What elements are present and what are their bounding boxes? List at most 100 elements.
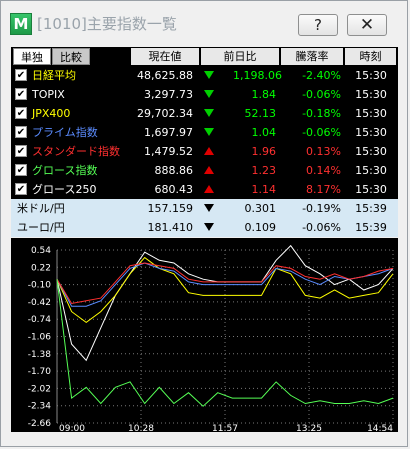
current-value: 1,479.52 [144,145,193,158]
up-arrow-icon [204,185,214,193]
index-name: プライム指数 [32,126,98,139]
title-bar: M [1010]主要指数一覧 ? ✕ [1,1,409,45]
close-button[interactable]: ✕ [347,14,387,36]
down-arrow-icon [204,90,214,98]
app-logo-icon: M [10,13,32,35]
table-row[interactable]: ✔ グロース250 680.43 1.14 8.17% 15:30 [11,180,398,199]
y-tick-label: -0.74 [28,315,52,325]
series-line [56,262,394,307]
change-rate: -2.40% [302,69,341,82]
table-row[interactable]: ✔ スタンダード指数 1,479.52 1.96 0.13% 15:30 [11,142,398,161]
index-name: TOPIX [32,88,65,101]
up-arrow-icon [204,147,214,155]
row-checkbox[interactable]: ✔ [15,164,27,176]
chart-svg: 0.54 0.22 -0.10 -0.42 -0.74 -1.06 -1.38 -1.70 -2… [28,244,394,434]
update-time: 15:39 [355,202,387,215]
change-rate: -0.06% [302,126,341,139]
y-tick-label: 0.54 [31,246,51,256]
row-checkbox[interactable]: ✔ [15,183,27,195]
change-rate: 8.17% [306,183,341,196]
row-checkbox[interactable]: ✔ [15,107,27,119]
change-value: 52.13 [244,107,277,120]
current-value: 157.159 [147,202,194,215]
current-value: 888.86 [154,164,194,177]
change-value: 1.23 [251,164,277,177]
table-header: 単独 比較 現在値 前日比 騰落率 時刻 [11,47,398,66]
table-row[interactable]: ✔ 日経平均 48,625.88 1,198.06 -2.40% 15:30 [11,66,398,85]
x-tick-label: 11:57 [212,424,238,432]
row-checkbox[interactable]: ✔ [15,69,27,81]
change-rate: 0.14% [306,164,341,177]
change-value: 1,198.06 [233,69,282,82]
header-current-value: 現在値 [131,48,199,65]
update-time: 15:30 [355,107,387,120]
table-row[interactable]: ✔ JPX400 29,702.34 52.13 -0.18% 15:30 [11,104,398,123]
down-arrow-icon [204,128,214,136]
change-value: 1.04 [251,126,277,139]
current-value: 3,297.73 [144,88,193,101]
y-tick-label: -2.02 [28,384,51,394]
y-tick-label: -1.06 [28,333,52,343]
update-time: 15:30 [355,145,387,158]
currency-pair: 米ドル/円 [17,202,65,215]
update-time: 15:30 [355,126,387,139]
change-value: 0.301 [244,202,277,215]
update-time: 15:30 [355,164,387,177]
change-rate: -0.06% [302,221,341,234]
series-line [56,262,394,305]
current-value: 1,697.97 [144,126,193,139]
y-tick-label: -1.38 [28,350,52,360]
up-arrow-icon [204,166,214,174]
header-change: 前日比 [201,48,279,65]
row-checkbox[interactable]: ✔ [15,145,27,157]
down-arrow-icon [204,223,214,231]
y-tick-label: -2.34 [28,402,52,412]
update-time: 15:39 [355,221,387,234]
change-rate: -0.06% [302,88,341,101]
intraday-chart: 0.54 0.22 -0.10 -0.42 -0.74 -1.06 -1.38 -1.70 -2… [11,238,398,434]
change-value: 1.84 [251,88,277,101]
tab-single[interactable]: 単独 [13,48,51,65]
current-value: 181.410 [147,221,194,234]
update-time: 15:30 [355,88,387,101]
index-name: スタンダード指数 [32,145,120,158]
row-checkbox[interactable]: ✔ [15,126,27,138]
change-rate: -0.19% [302,202,341,215]
change-value: 1.96 [251,145,277,158]
y-tick-label: -1.70 [28,367,52,377]
table-row[interactable]: ✔ TOPIX 3,297.73 1.84 -0.06% 15:30 [11,85,398,104]
window-title: [1010]主要指数一覧 [37,15,177,33]
y-tick-label: -0.42 [28,298,51,308]
index-name: JPX400 [32,107,71,120]
table-row[interactable]: ✔ プライム指数 1,697.97 1.04 -0.06% 15:30 [11,123,398,142]
change-rate: -0.18% [302,107,341,120]
fx-row[interactable]: 米ドル/円 157.159 0.301 -0.19% 15:39 [11,199,398,218]
current-value: 680.43 [154,183,194,196]
x-tick-label: 13:25 [296,424,322,432]
table-row[interactable]: ✔ グロース指数 888.86 1.23 0.14% 15:30 [11,161,398,180]
index-table: 単独 比較 現在値 前日比 騰落率 時刻 ✔ 日経平均 48,625.88 1,198… [11,47,398,237]
y-tick-label: -0.10 [28,281,52,291]
header-time: 時刻 [345,48,396,65]
fx-row[interactable]: ユーロ/円 181.410 0.109 -0.06% 15:39 [11,218,398,237]
change-value: 0.109 [244,221,277,234]
update-time: 15:30 [355,69,387,82]
x-tick-label: 09:00 [59,424,85,432]
y-tick-label: 0.22 [31,263,51,273]
currency-pair: ユーロ/円 [17,221,65,234]
x-tick-label: 14:54 [367,424,393,432]
change-value: 1.14 [251,183,277,196]
down-arrow-icon [204,204,214,212]
index-name: グロース250 [32,183,97,196]
current-value: 48,625.88 [137,69,193,82]
update-time: 15:30 [355,183,387,196]
row-checkbox[interactable]: ✔ [15,88,27,100]
index-name: 日経平均 [32,69,76,82]
y-tick-label: -2.66 [28,419,52,429]
index-name: グロース指数 [32,164,98,177]
help-button[interactable]: ? [298,14,338,36]
down-arrow-icon [204,71,214,79]
index-list-window: M [1010]主要指数一覧 ? ✕ 単独 比較 現在値 前日比 騰落率 時刻 … [0,0,408,447]
x-tick-label: 10:28 [128,424,154,432]
tab-compare[interactable]: 比較 [52,48,90,65]
